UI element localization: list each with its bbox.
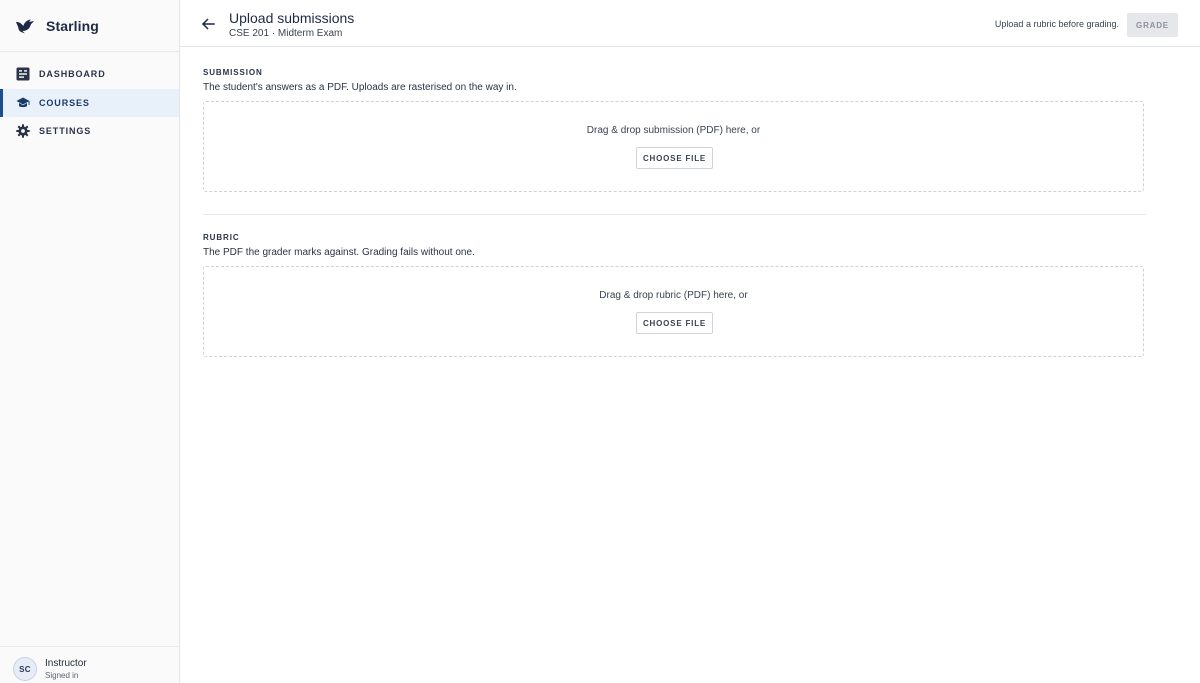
- sidebar: Starling DASHBOARD COURSES SETTINGS SC I…: [0, 0, 180, 683]
- page-header: Upload submissions CSE 201 · Midterm Exa…: [180, 0, 1200, 47]
- section-label: SUBMISSION: [203, 68, 263, 77]
- avatar: SC: [13, 657, 37, 681]
- submission-section: SUBMISSION The student's answers as a PD…: [203, 68, 1144, 192]
- sidebar-item-label: SETTINGS: [39, 126, 92, 136]
- dropzone-text: Drag & drop submission (PDF) here, or: [586, 125, 761, 136]
- dropzone-text: Drag & drop rubric (PDF) here, or: [599, 290, 748, 301]
- sidebar-item-label: COURSES: [39, 97, 90, 108]
- gear-icon: [16, 124, 30, 138]
- section-divider: [203, 214, 1146, 215]
- user-status: Signed in: [45, 671, 79, 680]
- dashboard-icon: [16, 67, 30, 81]
- section-description: The PDF the grader marks against. Gradin…: [203, 247, 475, 258]
- page-subtitle: CSE 201 · Midterm Exam: [229, 28, 343, 39]
- sidebar-item-settings[interactable]: SETTINGS: [0, 117, 179, 145]
- rubric-section: RUBRIC The PDF the grader marks against.…: [203, 233, 1144, 357]
- sidebar-item-dashboard[interactable]: DASHBOARD: [0, 60, 179, 88]
- back-arrow-icon[interactable]: [200, 16, 216, 32]
- grade-button[interactable]: GRADE: [1127, 13, 1178, 37]
- submission-dropzone[interactable]: Drag & drop submission (PDF) here, or CH…: [203, 101, 1144, 192]
- app-name: Starling: [46, 18, 99, 34]
- user-role: Instructor: [45, 658, 87, 669]
- sidebar-item-label: DASHBOARD: [39, 69, 106, 79]
- section-description: The student's answers as a PDF. Uploads …: [203, 82, 517, 93]
- app-root: Starling DASHBOARD COURSES SETTINGS SC I…: [0, 0, 1200, 683]
- section-label: RUBRIC: [203, 233, 240, 242]
- user-panel[interactable]: SC Instructor Signed in: [0, 646, 179, 683]
- brand[interactable]: Starling: [0, 0, 179, 52]
- rubric-dropzone[interactable]: Drag & drop rubric (PDF) here, or CHOOSE…: [203, 266, 1144, 357]
- sidebar-nav: DASHBOARD COURSES SETTINGS: [0, 60, 179, 146]
- choose-file-button[interactable]: CHOOSE FILE: [636, 147, 713, 169]
- page-title: Upload submissions: [229, 10, 355, 26]
- choose-file-button[interactable]: CHOOSE FILE: [636, 312, 713, 334]
- bird-logo-icon: [15, 19, 35, 34]
- grade-hint: Upload a rubric before grading.: [994, 19, 1119, 29]
- sidebar-item-courses[interactable]: COURSES: [0, 88, 179, 117]
- school-icon: [16, 97, 30, 107]
